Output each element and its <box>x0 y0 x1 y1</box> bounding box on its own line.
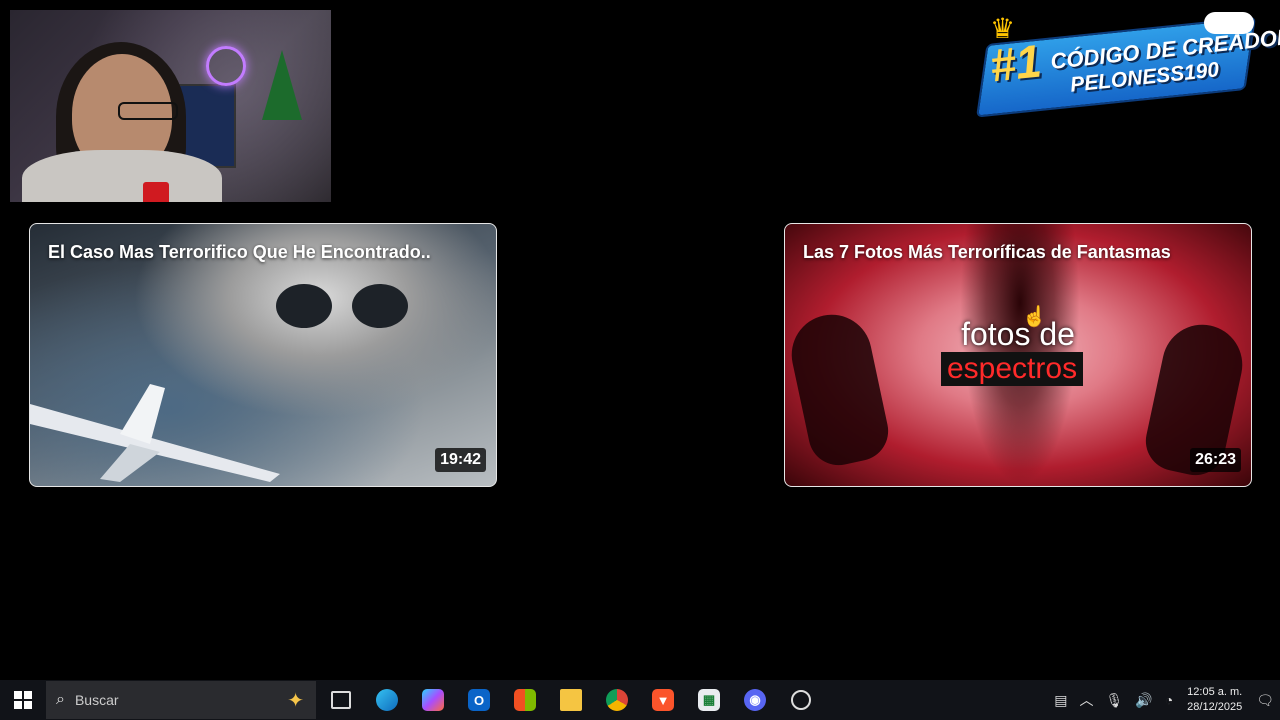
edge-button[interactable] <box>364 680 410 720</box>
video-card[interactable]: El Caso Mas Terrorifico Que He Encontrad… <box>29 223 497 487</box>
discord-button[interactable]: ◉ <box>732 680 778 720</box>
store-icon <box>514 689 536 711</box>
copilot-icon <box>422 689 444 711</box>
start-button[interactable] <box>0 680 46 720</box>
video-title[interactable]: El Caso Mas Terrorifico Que He Encontrad… <box>48 242 478 263</box>
microphone-icon[interactable]: 🎙 <box>1099 692 1129 709</box>
video-duration: 26:23 <box>1190 448 1241 472</box>
sparkle-icon: ✦ <box>287 689 304 712</box>
video-title[interactable]: Las 7 Fotos Más Terroríficas de Fantasma… <box>803 242 1233 263</box>
chevron-up-icon[interactable]: ︿ <box>1073 690 1099 710</box>
hand-cursor-icon: ☝ <box>1022 306 1047 328</box>
search-icon: ⌕ <box>56 691 65 708</box>
video-duration: 19:42 <box>435 448 486 472</box>
badge-rank: #1 <box>987 34 1044 92</box>
store-button[interactable] <box>502 680 548 720</box>
windows-icon <box>14 691 32 709</box>
video-card[interactable]: fotos de espectros Las 7 Fotos Más Terro… <box>784 223 1252 487</box>
outlook-button[interactable]: O <box>456 680 502 720</box>
chrome-button[interactable] <box>594 680 640 720</box>
task-view-button[interactable] <box>318 680 364 720</box>
edge-icon <box>376 689 398 711</box>
clock-date: 28/12/2025 <box>1187 701 1243 713</box>
app-button[interactable]: ▦ <box>686 680 732 720</box>
volume-icon[interactable]: 🔊 <box>1129 692 1158 709</box>
thumbnail-text-line1: fotos de <box>961 316 1075 352</box>
system-tray: ▤ ︿ 🎙 🔊 ◔ 12:05 a. m. 28/12/2025 🗨 <box>1048 680 1280 720</box>
news-icon[interactable]: ▤ <box>1048 692 1073 709</box>
clock-time: 12:05 a. m. <box>1187 686 1243 698</box>
creator-code-badge: ♛ #1 CÓDIGO DE CREADOR: PELONESS190 <box>975 12 1280 118</box>
webcam-overlay <box>10 10 331 202</box>
outlook-icon: O <box>468 689 490 711</box>
search-box[interactable]: ⌕ Buscar ✦ <box>46 681 316 719</box>
notification-icon[interactable]: 🗨 <box>1250 692 1280 709</box>
discord-icon: ◉ <box>744 689 766 711</box>
chrome-icon <box>606 689 628 711</box>
search-placeholder: Buscar <box>74 692 119 708</box>
airplane-thumbnail-art <box>30 384 280 482</box>
app-icon: ▦ <box>698 689 720 711</box>
folder-icon <box>560 689 582 711</box>
recorder-icon <box>791 690 811 710</box>
file-explorer-button[interactable] <box>548 680 594 720</box>
taskbar: ⌕ Buscar ✦ O ▼ ▦ ◉ ▤ ︿ 🎙 🔊 ◔ 12:05 a. m.… <box>0 680 1280 720</box>
brave-button[interactable]: ▼ <box>640 680 686 720</box>
thumbnail-text-line2: espectros <box>941 352 1084 386</box>
app2-button[interactable] <box>778 680 824 720</box>
task-view-icon <box>331 691 351 709</box>
brave-icon: ▼ <box>652 689 674 711</box>
wifi-icon[interactable]: ◔ <box>1159 692 1179 708</box>
clock[interactable]: 12:05 a. m. 28/12/2025 <box>1179 685 1250 715</box>
copilot-button[interactable] <box>410 680 456 720</box>
